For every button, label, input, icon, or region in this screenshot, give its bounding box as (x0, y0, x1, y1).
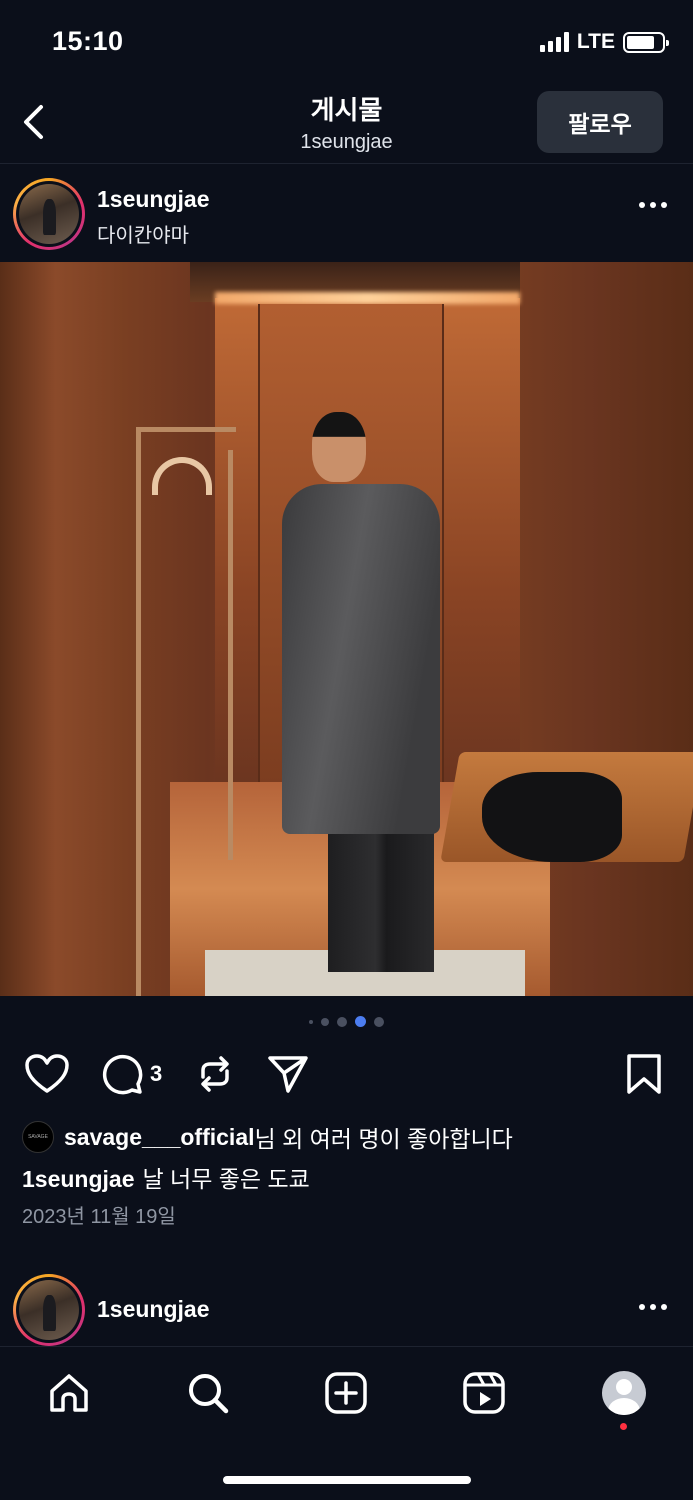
status-bar: 15:10 LTE (0, 0, 693, 84)
more-options-button[interactable] (639, 1304, 667, 1310)
signal-icon (539, 32, 569, 52)
post-location[interactable]: 다이칸야마 (97, 219, 189, 248)
comment-button[interactable]: 3 (100, 1050, 162, 1098)
likes-summary[interactable]: SAVAGE savage___official 님 외 여러 명이 좋아합니다 (22, 1120, 513, 1154)
post-username[interactable]: 1seungjae (97, 186, 210, 213)
battery-icon (623, 31, 669, 53)
send-icon (268, 1056, 308, 1093)
more-options-button[interactable] (639, 202, 667, 208)
carousel-dot (374, 1016, 384, 1027)
repost-icon (201, 1056, 229, 1092)
tab-profile[interactable] (600, 1369, 648, 1417)
add-post-icon (325, 1372, 367, 1414)
heart-icon (25, 1054, 69, 1093)
status-time: 15:10 (52, 26, 124, 56)
network-type: LTE (576, 30, 615, 53)
notification-dot (620, 1423, 627, 1430)
more-horizontal-icon (639, 202, 645, 208)
caption-text: 날 너무 좋은 도쿄 (142, 1166, 310, 1192)
profile-avatar-icon (602, 1371, 646, 1415)
save-button[interactable] (624, 1050, 664, 1098)
nav-header: 게시물 1seungjae 팔로우 (0, 84, 693, 164)
avatar-image (19, 184, 79, 244)
home-icon (50, 1374, 88, 1412)
next-post-header: 1seungjae (0, 1270, 693, 1348)
post-header: 1seungjae 다이칸야마 (0, 164, 693, 262)
tab-reels[interactable] (460, 1369, 508, 1417)
bookmark-icon (627, 1054, 661, 1094)
tab-create[interactable] (322, 1369, 370, 1417)
status-indicators: LTE (539, 30, 669, 54)
comment-count: 3 (150, 1061, 163, 1086)
more-horizontal-icon (639, 1304, 645, 1310)
caption-username[interactable]: 1seungjae (22, 1166, 135, 1192)
likes-text: 님 외 여러 명이 좋아합니다 (254, 1126, 513, 1152)
liker-avatar: SAVAGE (22, 1121, 54, 1153)
carousel-dot-active (355, 1016, 366, 1027)
carousel-dot (321, 1017, 329, 1026)
comment-icon (102, 1054, 143, 1095)
liker-username[interactable]: savage___official (64, 1124, 255, 1151)
tab-search[interactable] (184, 1369, 232, 1417)
avatar[interactable] (13, 178, 85, 250)
carousel-dot (337, 1016, 347, 1027)
carousel-dot (309, 1019, 313, 1024)
post-date: 2023년 11월 19일 (22, 1206, 176, 1228)
search-icon (189, 1374, 229, 1414)
avatar-image (19, 1280, 79, 1340)
home-indicator[interactable] (223, 1476, 471, 1484)
repost-button[interactable] (194, 1050, 236, 1098)
post-caption: 1seungjae 날 너무 좋은 도쿄 (22, 1160, 310, 1194)
next-post-username[interactable]: 1seungjae (97, 1296, 210, 1323)
tab-home[interactable] (45, 1369, 93, 1417)
like-button[interactable] (24, 1050, 70, 1098)
avatar[interactable] (13, 1274, 85, 1346)
follow-button[interactable]: 팔로우 (537, 91, 663, 153)
carousel-indicator (0, 1016, 693, 1027)
post-image[interactable] (0, 262, 693, 996)
post-actions: 3 (0, 1050, 693, 1100)
reels-icon (463, 1372, 505, 1414)
share-button[interactable] (266, 1050, 310, 1098)
